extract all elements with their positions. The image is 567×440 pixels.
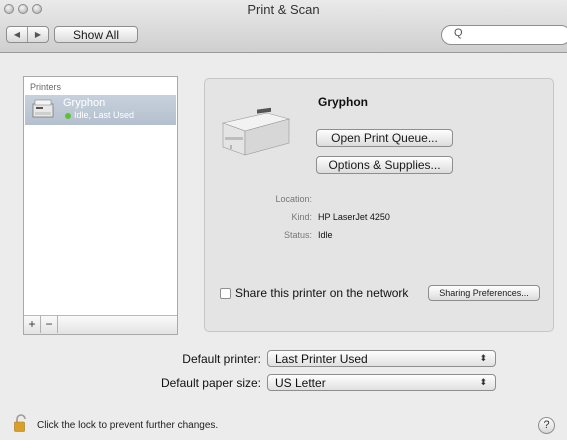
- printer-detail-panel: Gryphon Open Print Queue... Options & Su…: [204, 78, 554, 332]
- printer-name: Gryphon: [63, 97, 106, 109]
- location-label: Location:: [275, 194, 312, 204]
- select-arrows-icon: ⬍: [479, 353, 487, 363]
- default-paper-size-label: Default paper size:: [160, 376, 261, 390]
- status-value: Idle: [318, 230, 333, 240]
- open-print-queue-button[interactable]: Open Print Queue...: [316, 129, 453, 147]
- default-paper-size-select[interactable]: US Letter ⬍: [267, 374, 496, 391]
- default-printer-label: Default printer:: [182, 352, 261, 366]
- lock-message: Click the lock to prevent further change…: [37, 420, 219, 431]
- show-all-button[interactable]: Show All: [54, 26, 138, 43]
- navigation-buttons: ◀ ▶: [6, 26, 49, 43]
- printer-icon: [32, 99, 54, 118]
- kind-label: Kind:: [291, 212, 312, 222]
- printer-list-item[interactable]: Gryphon Idle, Last Used: [25, 95, 176, 125]
- status-dot-icon: [65, 112, 71, 119]
- forward-button[interactable]: ▶: [28, 27, 48, 42]
- share-printer-checkbox[interactable]: [220, 288, 231, 299]
- help-button[interactable]: ?: [538, 417, 555, 434]
- status-label: Status:: [283, 230, 312, 240]
- remove-printer-button[interactable]: −: [41, 316, 58, 333]
- search-icon: Q: [454, 27, 463, 39]
- lock-icon[interactable]: [14, 414, 28, 432]
- back-icon: ◀: [13, 30, 21, 39]
- printer-list: Printers Gryphon Idle, Last Used + −: [23, 76, 178, 335]
- search-input[interactable]: Q: [441, 25, 567, 45]
- printer-image: [221, 107, 291, 156]
- title-bar: Print & Scan ◀ ▶ Show All Q: [0, 0, 567, 53]
- add-printer-button[interactable]: +: [24, 316, 41, 333]
- select-arrows-icon: ⬍: [479, 377, 487, 387]
- default-paper-size-value: US Letter: [275, 376, 326, 390]
- share-printer-label: Share this printer on the network: [235, 286, 409, 300]
- kind-value: HP LaserJet 4250: [318, 212, 390, 222]
- default-printer-select[interactable]: Last Printer Used ⬍: [267, 350, 496, 367]
- printer-list-header: Printers: [30, 82, 62, 92]
- printer-status: Idle, Last Used: [65, 110, 134, 120]
- printer-status-text: Idle, Last Used: [74, 110, 135, 120]
- default-printer-value: Last Printer Used: [275, 352, 368, 366]
- forward-icon: ▶: [34, 30, 42, 39]
- options-supplies-button[interactable]: Options & Supplies...: [316, 156, 453, 174]
- printer-list-toolbar: + −: [24, 315, 177, 334]
- printer-detail-name: Gryphon: [318, 95, 368, 109]
- window-title: Print & Scan: [247, 2, 320, 17]
- back-button[interactable]: ◀: [7, 27, 28, 42]
- sharing-preferences-button[interactable]: Sharing Preferences...: [428, 285, 540, 301]
